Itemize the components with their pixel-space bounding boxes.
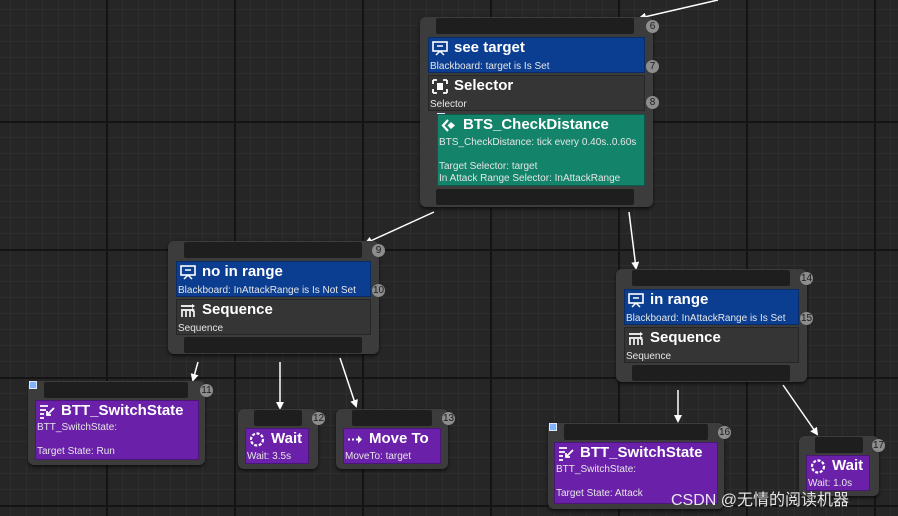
wire-into-root [638,0,719,21]
task-title: BTT_SwitchState [580,444,703,461]
composite-title: Selector [454,77,514,94]
task-body[interactable]: Move To MoveTo: target [343,428,441,464]
composite-sequence[interactable]: Sequence Sequence [624,327,799,363]
decorator-subtitle: Blackboard: InAttackRange is Is Not Set [178,285,356,296]
output-pin[interactable] [436,189,634,205]
wait-icon [810,459,826,474]
execution-index-badge: 16 [718,426,731,439]
execution-index-badge: 12 [312,412,325,425]
input-pin[interactable] [254,410,302,426]
execution-index-badge: 15 [800,312,813,325]
task-description: BTT_SwitchState: [37,422,118,433]
task-wait-time: Wait: 3.5s [247,451,292,462]
sequence-icon [180,303,196,318]
input-pin[interactable] [352,410,432,426]
task-move-target: MoveTo: target [345,451,412,462]
output-pin[interactable] [632,365,790,381]
decorator-title: see target [454,39,525,56]
composite-selector[interactable]: Selector Selector [428,75,645,111]
service-check-distance[interactable]: BTS_CheckDistance BTS_CheckDistance: tic… [437,114,645,186]
service-target-selector: Target Selector: target [439,161,538,172]
task-body[interactable]: Wait Wait: 3.5s [245,428,309,464]
composite-subtitle: Sequence [178,323,224,334]
task-title: Wait [271,430,303,447]
decorator-subtitle: Blackboard: target is Is Set [430,61,550,72]
breakpoint-flag [29,381,37,389]
composite-title: Sequence [202,301,273,318]
decorator-see-target[interactable]: see target Blackboard: target is Is Set [428,37,645,73]
watermark: CSDN @无情的阅读机器 [671,492,850,509]
execution-index-badge: 8 [646,96,659,109]
execution-index-badge: 9 [372,244,385,257]
decorator-title: no in range [202,263,283,280]
execution-index-badge: 13 [442,412,455,425]
selector-icon [432,79,448,94]
composite-subtitle: Sequence [626,351,672,362]
execution-index-badge: 10 [372,284,385,297]
input-pin[interactable] [436,18,634,34]
selector-node[interactable]: see target Blackboard: target is Is Set … [420,17,653,207]
service-title: BTS_CheckDistance [463,116,609,133]
execution-index-badge: 7 [646,60,659,73]
task-list-icon [558,446,574,461]
task-node-wait[interactable]: Wait Wait: 3.5s [238,409,318,469]
input-pin[interactable] [44,382,188,398]
monitor-icon [432,41,448,56]
wire-root-to-left [364,211,435,245]
task-target-state: Target State: Attack [556,488,643,499]
decorator-subtitle: Blackboard: InAttackRange is Is Set [626,313,786,324]
task-title: BTT_SwitchState [61,402,184,419]
task-body[interactable]: BTT_SwitchState BTT_SwitchState: Target … [35,400,199,460]
breakpoint-flag [549,423,557,431]
sequence-node-no-in-range[interactable]: no in range Blackboard: InAttackRange is… [168,241,379,354]
task-node-switch-state-run[interactable]: BTT_SwitchState BTT_SwitchState: Target … [28,381,205,465]
execution-index-badge: 11 [200,384,213,397]
input-pin[interactable] [632,270,790,286]
monitor-icon [180,265,196,280]
wait-icon [249,432,265,447]
move-to-icon [347,432,363,447]
input-pin[interactable] [815,437,863,453]
wire-left-to-switch [190,361,199,382]
execution-index-badge: 17 [872,439,885,452]
task-list-icon [39,404,55,419]
sequence-icon [628,331,644,346]
wire-left-to-move [339,357,358,408]
execution-index-badge: 6 [646,20,659,33]
wire-root-to-right [628,211,640,270]
service-icon [441,118,457,133]
decorator-title: in range [650,291,709,308]
task-node-move-to[interactable]: Move To MoveTo: target [336,409,448,469]
task-title: Wait [832,457,864,474]
service-tick-info: BTS_CheckDistance: tick every 0.40s..0.6… [439,137,637,148]
task-target-state: Target State: Run [37,446,115,457]
decorator-in-range[interactable]: in range Blackboard: InAttackRange is Is… [624,289,799,325]
composite-sequence[interactable]: Sequence Sequence [176,299,371,335]
monitor-icon [628,293,644,308]
wire-right-to-wait [782,384,819,436]
decorator-no-in-range[interactable]: no in range Blackboard: InAttackRange is… [176,261,371,297]
composite-title: Sequence [650,329,721,346]
service-range-selector: In Attack Range Selector: InAttackRange [439,173,621,184]
output-pin[interactable] [184,337,362,353]
input-pin[interactable] [184,242,362,258]
composite-subtitle: Selector [430,99,467,110]
execution-index-badge: 14 [800,272,813,285]
sequence-node-in-range[interactable]: in range Blackboard: InAttackRange is Is… [616,269,807,382]
input-pin[interactable] [564,424,708,440]
task-description: BTT_SwitchState: [556,464,637,475]
task-title: Move To [369,430,429,447]
